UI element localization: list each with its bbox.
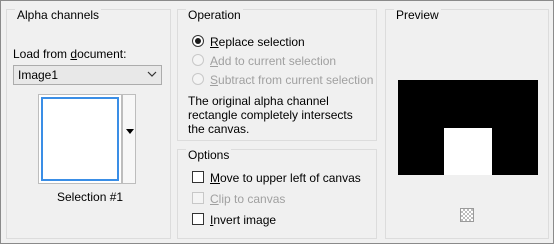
selection-thumbnail-frame[interactable] xyxy=(38,94,122,184)
checkerboard-icon[interactable] xyxy=(460,208,474,222)
radio-indicator[interactable] xyxy=(192,54,204,66)
operation-title: Operation xyxy=(186,8,243,22)
alpha-channels-title: Alpha channels xyxy=(15,8,102,22)
chevron-down-icon xyxy=(147,71,157,77)
preview-group: Preview xyxy=(385,8,549,239)
operation-note: The original alpha channel rectangle com… xyxy=(188,94,353,136)
load-from-document-label: Load from document: xyxy=(13,47,127,61)
preview-title: Preview xyxy=(394,8,441,22)
preview-selection-area xyxy=(444,128,492,175)
options-group: Options Move to upper left of canvas Cli… xyxy=(177,148,377,239)
document-select[interactable]: Image1 xyxy=(13,65,162,85)
document-select-value: Image1 xyxy=(18,68,59,82)
selection-caption: Selection #1 xyxy=(57,190,124,204)
thumbnail-dropdown-button[interactable] xyxy=(122,94,136,184)
radio-indicator[interactable] xyxy=(192,35,204,47)
radio-indicator[interactable] xyxy=(192,73,204,85)
preview-image xyxy=(398,80,538,175)
operation-group: Operation Replace selection Add to curre… xyxy=(177,8,377,141)
checkbox-indicator[interactable] xyxy=(192,171,204,183)
triangle-down-icon xyxy=(126,129,134,134)
alpha-channels-group: Alpha channels Load from document: Image… xyxy=(6,8,171,239)
options-title: Options xyxy=(186,148,232,162)
dialog-frame: Alpha channels Load from document: Image… xyxy=(0,0,554,244)
checkbox-indicator[interactable] xyxy=(192,213,204,225)
selection-thumbnail[interactable] xyxy=(41,97,119,181)
checkbox-indicator[interactable] xyxy=(192,192,204,204)
